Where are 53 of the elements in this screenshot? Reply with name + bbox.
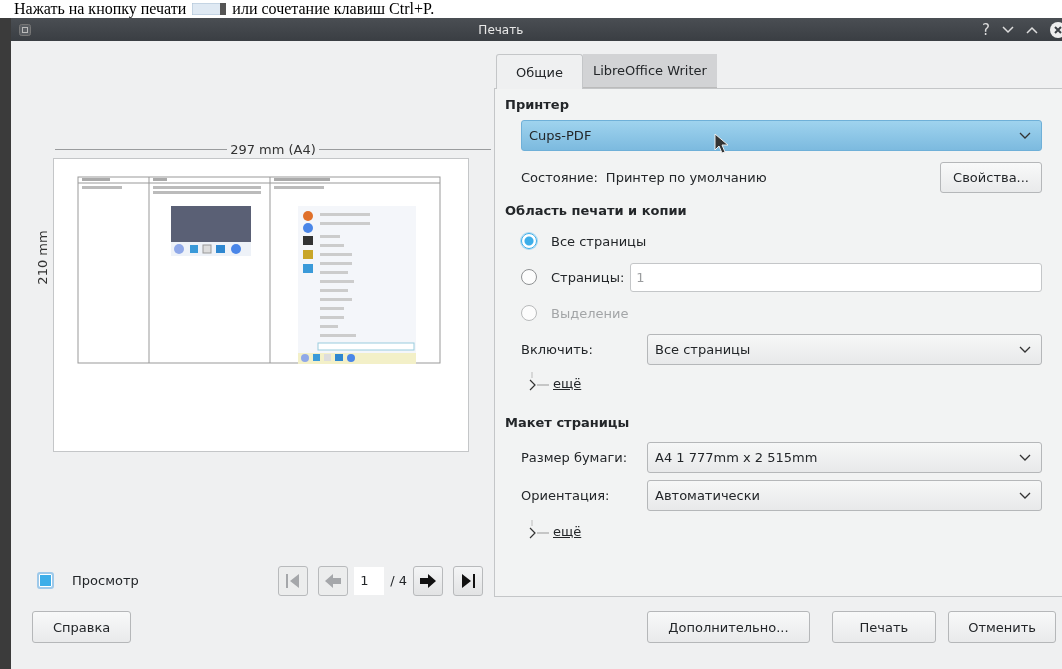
page-nav-button[interactable] [413, 566, 443, 596]
radio-button[interactable] [521, 269, 537, 285]
page-nav-button[interactable] [453, 566, 483, 596]
field-label: Ориентация: [521, 487, 611, 503]
radio-button[interactable] [521, 233, 537, 249]
dialog-button[interactable]: Отменить [948, 611, 1056, 643]
minimize-icon [1001, 25, 1014, 34]
status-value: Принтер по умолчанию [605, 169, 767, 185]
maximize-icon [1025, 25, 1038, 34]
chevron-down-icon [1019, 345, 1031, 353]
arrow-left-icon [324, 572, 343, 590]
last-page-icon [459, 572, 477, 590]
field-label: Размер бумаги: [521, 449, 629, 465]
dimension-label: 210 mm [34, 229, 50, 288]
chevron-down-icon [1019, 453, 1031, 461]
arrow-right-icon [419, 572, 437, 590]
print-button-icon [192, 3, 227, 15]
document-text: Нажать на кнопку печати [14, 0, 187, 18]
tab[interactable]: Общие [496, 54, 583, 89]
more-link[interactable]: ещё [553, 375, 582, 391]
page-number-field[interactable]: 1 [354, 567, 385, 595]
page-count: / 4 [390, 573, 407, 589]
tab[interactable]: LibreOffice Writer [582, 54, 717, 88]
dropdown[interactable]: Автоматически [647, 479, 1042, 511]
document-text: или сочетание клавиш Ctrl+P. [232, 0, 435, 18]
more-link[interactable]: ещё [553, 523, 582, 539]
mouse-cursor-icon [714, 133, 730, 155]
dialog-button[interactable]: Дополнительно... [647, 611, 810, 643]
checkbox-label[interactable]: Просмотр [72, 573, 139, 589]
dropdown[interactable]: A4 1 777mm x 2 515mm [647, 441, 1042, 473]
chevron-down-icon [1019, 132, 1031, 139]
field-label: Включить: [521, 341, 594, 357]
window-title: Печать [477, 22, 524, 37]
help-button[interactable]: ? [982, 20, 990, 39]
chevron-down-icon [1019, 491, 1031, 499]
properties-button[interactable]: Свойства... [940, 161, 1042, 193]
expander-icon[interactable] [529, 372, 550, 391]
radio-label[interactable]: Все страницы [551, 233, 647, 249]
pages-input-field[interactable]: 1 [630, 262, 1042, 292]
dimension-label: 297 mm (A4) [229, 142, 317, 157]
section-heading: Область печати и копии [505, 203, 688, 220]
section-heading: Принтер [505, 97, 570, 114]
close-icon [1049, 21, 1062, 38]
checkbox[interactable] [37, 572, 54, 590]
printer-dropdown[interactable]: Cups-PDF [521, 120, 1042, 151]
help-button[interactable]: Справка [32, 611, 132, 643]
status-label: Состояние: [521, 169, 598, 185]
dialog-button[interactable]: Печать [831, 611, 937, 643]
radio-label[interactable]: Страницы: [551, 269, 625, 285]
section-heading: Макет страницы [505, 415, 631, 432]
include-dropdown[interactable]: Все страницы [647, 333, 1042, 365]
expander-icon[interactable] [529, 520, 550, 539]
window-menu-icon [19, 23, 31, 36]
